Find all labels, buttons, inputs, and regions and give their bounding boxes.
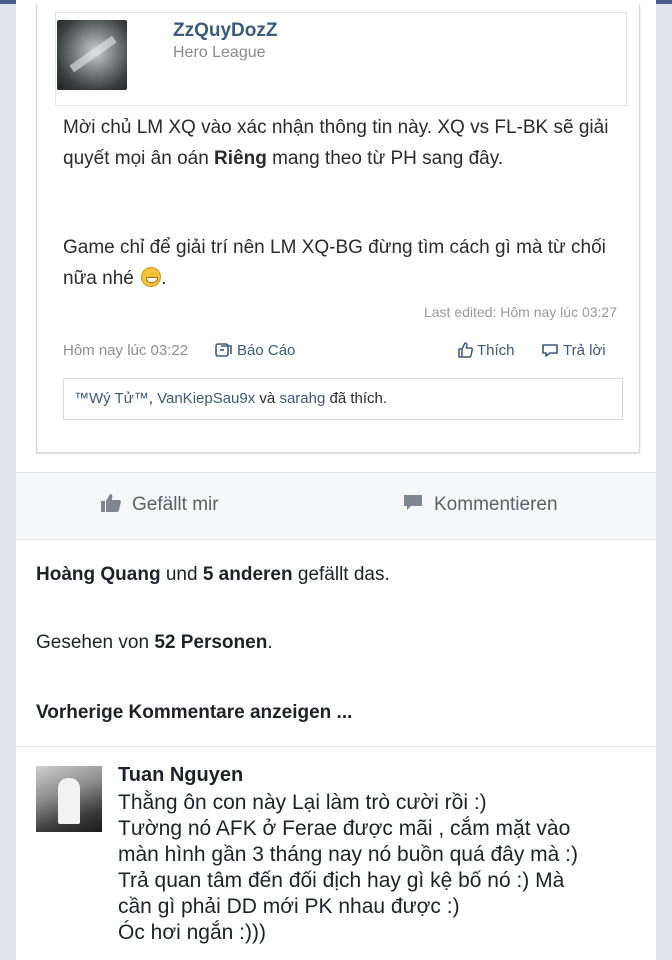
feed-story-card: ZzQuyDozZ Hero League Mời chủ LM XQ vào … — [16, 0, 656, 960]
post-reply-label: Trả lời — [563, 342, 606, 359]
comment-item: Tuan Nguyen Thằng ôn con này Lại làm trò… — [16, 748, 656, 960]
last-edited-note: Last edited: Hôm nay lúc 03:27 — [423, 304, 617, 320]
post-timestamp: Hôm nay lúc 03:22 — [63, 342, 189, 359]
thumbs-up-icon — [458, 342, 473, 358]
post-body-paragraph-1: Mời chủ LM XQ vào xác nhận thông tin này… — [63, 112, 623, 174]
comment-label: Kommentieren — [434, 494, 558, 515]
comment-line: Trả quan tâm đến đối địch hay gì kệ bố n… — [118, 869, 565, 892]
liker-link[interactable]: ™Wý Tử™ — [74, 390, 149, 407]
comment-text: Thằng ôn con này Lại làm trò cười rồi :)… — [118, 790, 638, 946]
likers-suffix: đã thích. — [325, 390, 388, 407]
likers-separator: và — [255, 390, 280, 407]
post-body-text: . — [161, 268, 167, 289]
post-body-paragraph-2: Game chỉ để giải trí nên LM XQ-BG đừng t… — [63, 232, 623, 294]
like-button[interactable]: Gefällt mir — [100, 493, 219, 516]
post-reply-button[interactable]: Trả lời — [541, 342, 606, 359]
post-meta-bar: Hôm nay lúc 03:22 Báo Cáo Thích Trả lời — [63, 342, 623, 366]
post-like-label: Thích — [477, 342, 515, 359]
seen-by-row[interactable]: Gesehen von 52 Personen. — [16, 608, 656, 679]
post-author-header — [55, 12, 627, 106]
comment-bubble-icon — [404, 495, 422, 510]
comment-line: cần gì phải DD mới PK nhau được :) — [118, 895, 460, 918]
seen-by-text: Gesehen von 52 Personen. — [36, 632, 273, 654]
post-like-button[interactable]: Thích — [457, 342, 515, 359]
liker-name[interactable]: Hoàng Quang — [36, 564, 161, 585]
comment-line: Óc hơi ngắn :))) — [118, 921, 266, 944]
likes-summary-row[interactable]: Hoàng Quang und 5 anderen gefällt das. — [16, 540, 656, 609]
comment-button[interactable]: Kommentieren — [402, 493, 558, 516]
story-action-bar: Gefällt mir Kommentieren — [16, 472, 656, 540]
previous-comments-link[interactable]: Vorherige Kommentare anzeigen ... — [16, 678, 656, 747]
likes-mid: und — [160, 564, 203, 585]
commenter-name[interactable]: Tuan Nguyen — [118, 764, 243, 787]
reply-icon — [542, 344, 558, 357]
thumbs-up-icon — [101, 494, 121, 512]
likes-summary-text: Hoàng Quang und 5 anderen gefällt das. — [36, 564, 390, 586]
embedded-forum-post: ZzQuyDozZ Hero League Mời chủ LM XQ vào … — [36, 4, 640, 453]
report-label: Báo Cáo — [237, 342, 296, 359]
liker-link[interactable]: sarahg — [279, 390, 325, 407]
comment-line: Thằng ôn con này Lại làm trò cười rồi :) — [118, 791, 487, 814]
likes-count[interactable]: 5 anderen — [203, 564, 293, 585]
seen-prefix: Gesehen von — [36, 632, 155, 653]
report-button[interactable]: Báo Cáo — [215, 342, 295, 359]
author-rank: Hero League — [173, 44, 266, 61]
previous-comments-label: Vorherige Kommentare anzeigen ... — [36, 702, 353, 723]
comment-line: Tường nó AFK ở Ferae được mãi , cắm mặt … — [118, 817, 571, 840]
likes-suffix: gefällt das. — [292, 564, 390, 585]
likers-separator: , — [148, 390, 158, 407]
author-avatar[interactable] — [57, 20, 127, 90]
grin-emoji-icon — [141, 267, 162, 287]
report-icon — [215, 343, 232, 357]
post-body-bold: Riêng — [214, 148, 267, 169]
commenter-avatar[interactable] — [36, 766, 102, 832]
seen-count: 52 Personen — [154, 632, 268, 653]
post-likers-box: ™Wý Tử™, VanKiepSau9x và sarahg đã thích… — [63, 378, 623, 420]
seen-suffix: . — [267, 632, 273, 653]
like-label: Gefällt mir — [132, 494, 219, 515]
post-body-text: mang theo từ PH sang đây. — [266, 148, 504, 169]
comment-line: màn hình gần 3 tháng nay nó buồn quá đây… — [118, 843, 579, 866]
author-name[interactable]: ZzQuyDozZ — [173, 20, 278, 42]
liker-link[interactable]: VanKiepSau9x — [157, 390, 255, 407]
